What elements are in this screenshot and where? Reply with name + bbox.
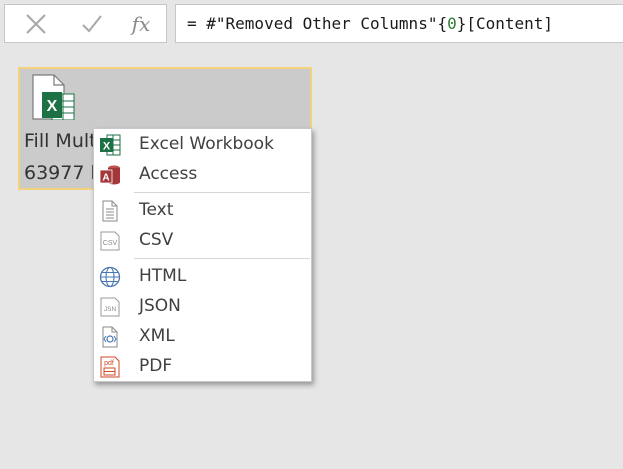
menu-item-xml[interactable]: XML xyxy=(94,323,311,351)
confirm-formula-button[interactable] xyxy=(67,5,117,42)
menu-item-excel-workbook[interactable]: X Excel Workbook xyxy=(94,131,311,159)
menu-separator xyxy=(134,258,310,259)
menu-item-label: Access xyxy=(139,164,198,184)
menu-item-label: Excel Workbook xyxy=(139,134,274,154)
insert-function-button[interactable]: fx xyxy=(116,5,166,42)
formula-suffix: }[Content] xyxy=(456,14,554,33)
menu-item-html[interactable]: HTML xyxy=(94,263,311,291)
function-label: fx xyxy=(131,11,151,36)
x-icon xyxy=(26,13,46,34)
menu-item-label: HTML xyxy=(139,266,187,286)
svg-text:pdf: pdf xyxy=(104,360,114,367)
menu-item-text[interactable]: Text xyxy=(94,197,311,225)
menu-item-access[interactable]: A Access xyxy=(94,161,311,189)
xml-file-icon xyxy=(102,326,118,348)
menu-item-csv[interactable]: CSV CSV xyxy=(94,227,311,255)
menu-item-pdf[interactable]: pdf PDF xyxy=(94,353,311,381)
csv-file-icon: CSV xyxy=(100,231,120,251)
formula-bar-buttons: fx xyxy=(4,4,167,43)
svg-text:X: X xyxy=(47,98,58,115)
menu-item-label: CSV xyxy=(139,230,174,250)
file-size: 63977 b xyxy=(24,162,103,184)
menu-separator xyxy=(134,192,310,193)
svg-text:JSN: JSN xyxy=(104,306,117,313)
formula-input[interactable]: = #"Removed Other Columns"{0}[Content] xyxy=(175,4,623,43)
open-as-context-menu: X Excel Workbook A Access Text CSV CSV H… xyxy=(93,128,312,382)
formula-index: 0 xyxy=(447,14,457,33)
formula-prefix: = #"Removed Other Columns"{ xyxy=(187,14,448,33)
access-icon: A xyxy=(99,165,120,185)
menu-item-label: Text xyxy=(139,200,174,220)
svg-text:X: X xyxy=(103,141,111,153)
excel-file-icon: X xyxy=(32,74,75,120)
menu-item-label: JSON xyxy=(139,296,181,316)
svg-text:A: A xyxy=(102,173,109,184)
file-name: Fill Mult xyxy=(24,130,97,152)
menu-item-json[interactable]: JSN JSON xyxy=(94,293,311,321)
checkmark-icon xyxy=(82,14,102,32)
menu-item-label: XML xyxy=(139,326,175,346)
svg-text:CSV: CSV xyxy=(103,240,118,247)
excel-icon: X xyxy=(100,134,121,156)
globe-icon xyxy=(99,266,121,288)
pdf-file-icon: pdf xyxy=(100,356,120,378)
cancel-formula-button[interactable] xyxy=(11,5,61,42)
menu-item-label: PDF xyxy=(139,356,173,376)
text-file-icon xyxy=(102,200,118,222)
json-file-icon: JSN xyxy=(100,297,120,317)
